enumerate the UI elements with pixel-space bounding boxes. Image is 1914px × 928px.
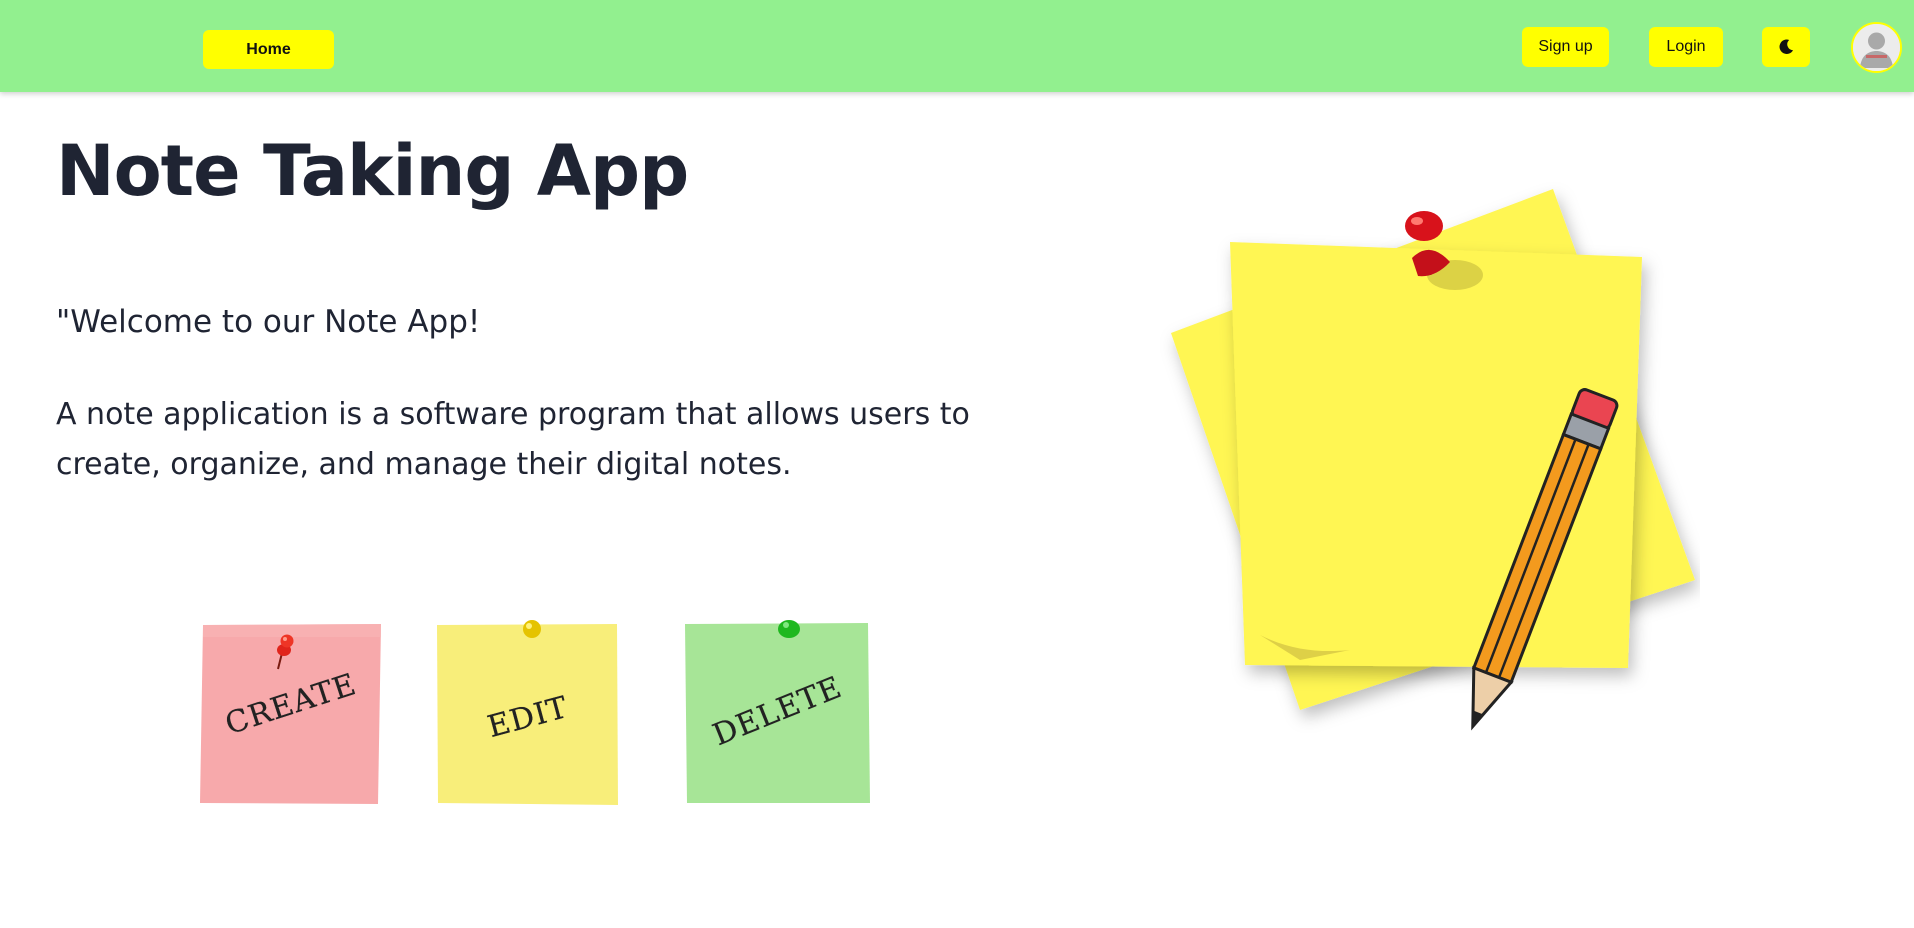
app-description: A note application is a software program… (56, 397, 970, 482)
user-avatar[interactable] (1851, 22, 1902, 73)
top-navbar: Home Sign up Login (0, 0, 1914, 92)
theme-toggle-button[interactable] (1762, 27, 1810, 67)
red-pushpin-icon (277, 634, 294, 670)
login-button[interactable]: Login (1649, 27, 1723, 67)
edit-note-card[interactable]: EDIT (437, 620, 619, 806)
welcome-text: "Welcome to our Note App! (56, 304, 481, 340)
create-note-card[interactable]: CREATE (200, 617, 382, 805)
green-pushpin-icon (778, 620, 800, 638)
yellow-pushpin-icon (523, 620, 541, 638)
delete-note-card[interactable]: DELETE (685, 620, 870, 804)
home-button[interactable]: Home (203, 30, 334, 69)
sticky-notes-with-pin-and-pencil-icon (1171, 189, 1695, 731)
user-avatar-icon (1853, 24, 1900, 71)
moon-icon (1779, 39, 1794, 54)
signup-button[interactable]: Sign up (1522, 27, 1609, 67)
page-title: Note Taking App (56, 130, 689, 212)
